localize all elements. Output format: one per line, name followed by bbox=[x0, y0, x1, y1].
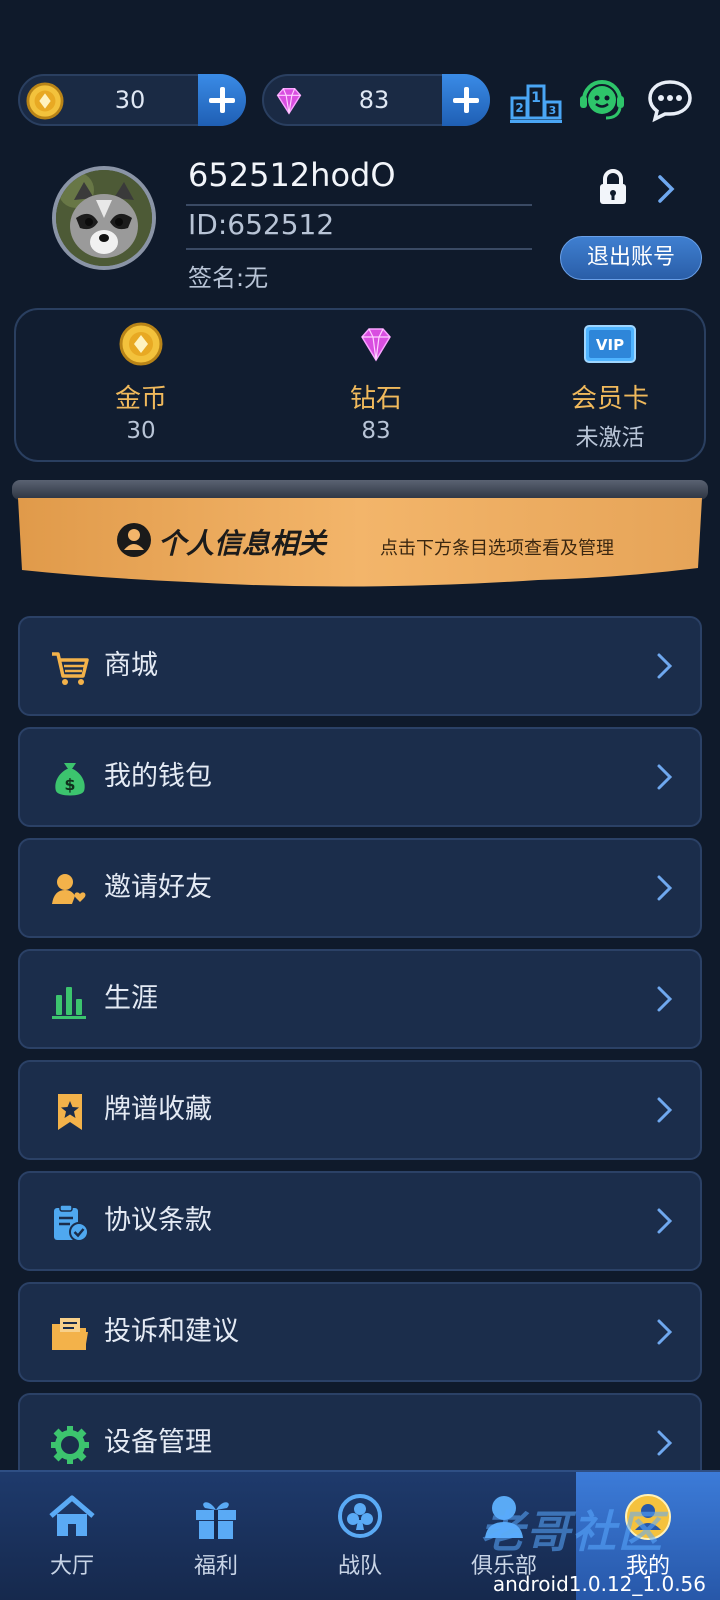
coin-icon bbox=[119, 322, 163, 366]
asset-label: 金币 bbox=[114, 384, 167, 414]
team-icon bbox=[338, 1494, 382, 1538]
vip-card-icon: VIP bbox=[584, 325, 636, 363]
chevron-right-icon bbox=[657, 875, 673, 901]
menu-item-collection[interactable]: 牌谱收藏 bbox=[18, 1060, 702, 1160]
chevron-right-icon bbox=[657, 764, 673, 790]
avatar[interactable] bbox=[52, 166, 156, 270]
nav-label: 大厅 bbox=[49, 1554, 94, 1579]
svg-text:3: 3 bbox=[549, 104, 557, 117]
svg-text:$: $ bbox=[64, 775, 75, 794]
chevron-right-icon bbox=[657, 1430, 673, 1456]
svg-text:1: 1 bbox=[531, 90, 541, 106]
version-text: android1.0.12_1.0.56 bbox=[492, 1572, 706, 1596]
coin-value: 30 bbox=[114, 86, 146, 114]
career-chart-icon bbox=[52, 987, 86, 1019]
menu-item-invite[interactable]: 邀请好友 bbox=[18, 838, 702, 938]
currency-bar: 30 83 2 1 3 bbox=[18, 74, 702, 126]
diamond-balance: 83 bbox=[262, 74, 490, 126]
gear-icon bbox=[51, 1426, 89, 1464]
menu-item-career[interactable]: 生涯 bbox=[18, 949, 702, 1049]
menu-label: 生涯 bbox=[104, 983, 158, 1014]
raccoon-avatar-image bbox=[56, 170, 152, 266]
coin-balance: 30 bbox=[18, 74, 246, 126]
chevron-right-icon bbox=[657, 653, 673, 679]
nav-item-lobby[interactable]: 大厅 bbox=[0, 1472, 144, 1600]
watermark-logo: 老哥社区 bbox=[480, 1507, 664, 1558]
menu-label: 牌谱收藏 bbox=[104, 1094, 212, 1125]
asset-label: 钻石 bbox=[349, 384, 402, 414]
folder-icon bbox=[52, 1318, 88, 1350]
add-icon bbox=[453, 87, 479, 113]
banner-subtitle: 点击下方条目选项查看及管理 bbox=[380, 538, 614, 559]
username: 652512hodO bbox=[188, 156, 396, 194]
menu-item-terms[interactable]: 协议条款 bbox=[18, 1171, 702, 1271]
asset-value: 30 bbox=[126, 418, 156, 444]
chevron-right-icon bbox=[657, 1097, 673, 1123]
menu-label: 我的钱包 bbox=[104, 761, 212, 792]
divider bbox=[186, 204, 532, 206]
assets-card: 金币 30 钻石 83 VIP 会员卡 未激活 bbox=[14, 308, 706, 462]
chevron-right-icon bbox=[657, 1319, 673, 1345]
chevron-right-icon[interactable] bbox=[656, 174, 676, 204]
menu-label: 投诉和建议 bbox=[104, 1316, 239, 1347]
banner-rod bbox=[12, 480, 708, 500]
clipboard-check-icon bbox=[54, 1204, 89, 1242]
menu-label: 商城 bbox=[104, 650, 158, 681]
cart-icon bbox=[52, 652, 89, 685]
home-icon bbox=[49, 1495, 95, 1536]
add-diamond-button[interactable] bbox=[442, 74, 490, 126]
user-icon bbox=[117, 523, 151, 557]
svg-text:2: 2 bbox=[515, 101, 523, 115]
customer-service-icon[interactable] bbox=[576, 76, 628, 124]
add-icon bbox=[209, 87, 235, 113]
ranking-icon[interactable]: 2 1 3 bbox=[510, 76, 562, 124]
signature: 签名:无 bbox=[188, 264, 269, 292]
user-id: ID:652512 bbox=[188, 208, 335, 241]
nav-item-team[interactable]: 战队 bbox=[288, 1472, 432, 1600]
chevron-right-icon bbox=[657, 1208, 673, 1234]
lock-icon[interactable] bbox=[596, 168, 630, 206]
money-bag-icon: $ bbox=[55, 763, 85, 796]
asset-coin[interactable]: 金币 30 bbox=[26, 310, 256, 464]
asset-label: 会员卡 bbox=[570, 384, 649, 414]
banner-title: 个人信息相关 bbox=[158, 527, 327, 560]
coin-icon bbox=[26, 82, 64, 120]
asset-diamond[interactable]: 钻石 83 bbox=[261, 310, 491, 464]
svg-text:VIP: VIP bbox=[596, 336, 624, 354]
nav-item-welfare[interactable]: 福利 bbox=[144, 1472, 288, 1600]
asset-value: 83 bbox=[361, 418, 391, 444]
diamond-icon bbox=[276, 87, 302, 115]
diamond-icon bbox=[361, 328, 391, 362]
menu-item-feedback[interactable]: 投诉和建议 bbox=[18, 1282, 702, 1382]
asset-value: 未激活 bbox=[575, 425, 645, 451]
menu-label: 邀请好友 bbox=[104, 872, 212, 903]
section-banner: 个人信息相关 点击下方条目选项查看及管理 bbox=[12, 480, 708, 594]
menu-item-wallet[interactable]: $ 我的钱包 bbox=[18, 727, 702, 827]
add-coin-button[interactable] bbox=[198, 74, 246, 126]
invite-friend-icon bbox=[52, 874, 86, 904]
logout-button[interactable]: 退出账号 bbox=[560, 236, 702, 280]
nav-label: 福利 bbox=[193, 1554, 238, 1579]
diamond-value: 83 bbox=[358, 86, 390, 114]
chevron-right-icon bbox=[657, 986, 673, 1012]
menu-label: 协议条款 bbox=[104, 1205, 212, 1236]
gift-icon bbox=[196, 1502, 236, 1539]
menu-item-shop[interactable]: 商城 bbox=[18, 616, 702, 716]
nav-label: 战队 bbox=[337, 1554, 382, 1579]
chat-icon[interactable] bbox=[644, 76, 696, 124]
asset-vip[interactable]: VIP 会员卡 未激活 bbox=[495, 310, 720, 464]
bookmark-star-icon bbox=[58, 1094, 82, 1130]
divider bbox=[186, 248, 532, 250]
